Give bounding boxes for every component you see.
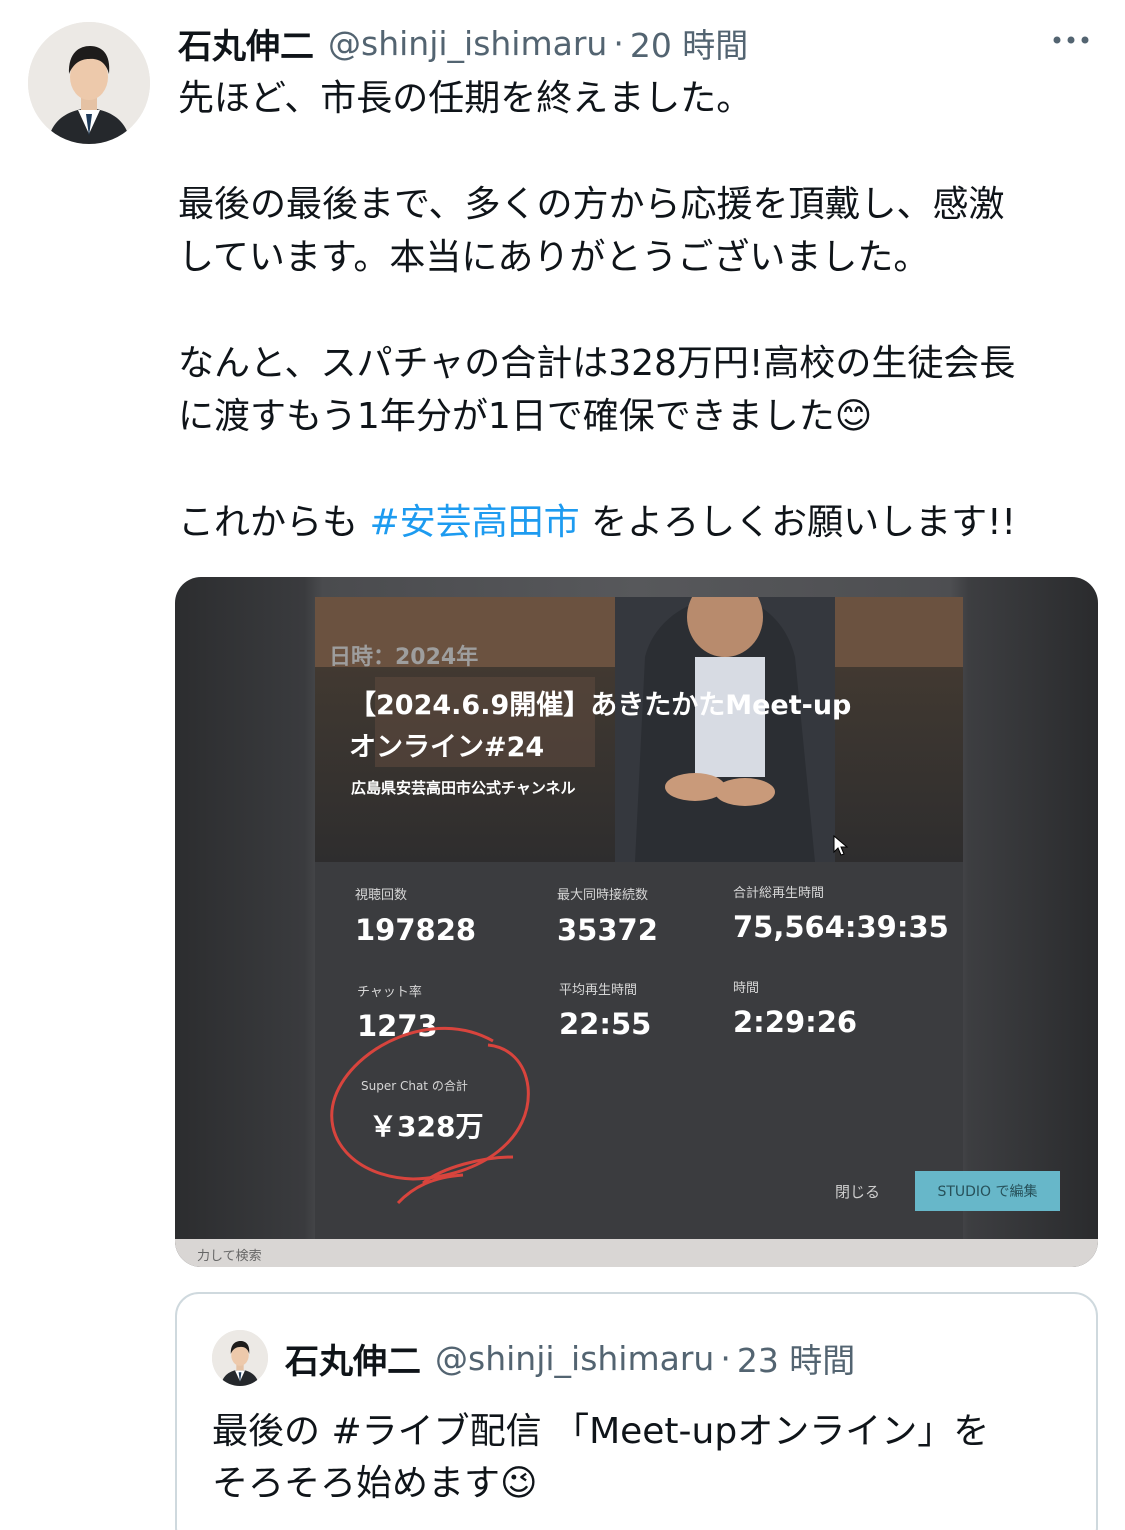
tweet-line: 先ほど、市長の任期を終えました。 — [178, 78, 753, 119]
stat-views-label: 視聴回数 — [355, 888, 408, 903]
stat-duration-value: 2:29:26 — [733, 1005, 858, 1039]
video-thumbnail: 日時：2024年 【2024.6.9開催】あきたかたMeet-up オンライン#… — [315, 597, 963, 862]
line-prefix: これからも — [178, 502, 370, 543]
line-suffix: をよろしくお願いします!! — [579, 502, 1016, 543]
stat-duration-label: 時間 — [733, 981, 760, 996]
stat-peak-value: 35372 — [557, 913, 658, 947]
tweet-line-last: これからも #安芸高田市 をよろしくお願いします!! — [178, 496, 1108, 549]
stat-views-value: 197828 — [355, 913, 477, 947]
hashtag-link[interactable]: #安芸高田市 — [369, 502, 579, 543]
author-handle[interactable]: @shinji_ishimaru — [328, 24, 607, 63]
quoted-hashtag: #ライブ配信 — [331, 1411, 542, 1452]
stat-chat-label: チャット率 — [357, 985, 422, 1000]
tweet-media-photo[interactable]: 日時：2024年 【2024.6.9開催】あきたかたMeet-up オンライン#… — [175, 577, 1098, 1267]
tweet-body: 先ほど、市長の任期を終えました。 最後の最後まで、多くの方から応援を頂戴し、感激… — [178, 72, 1108, 549]
mouse-cursor-icon — [833, 835, 849, 856]
overlay-title-line2: オンライン#24 — [349, 732, 545, 763]
tweet-line — [178, 125, 1108, 178]
monitor-screen: 日時：2024年 【2024.6.9開催】あきたかたMeet-up オンライン#… — [315, 597, 1060, 1247]
quoted-author-avatar — [212, 1330, 268, 1386]
windows-taskbar: 力して検索 — [175, 1239, 1098, 1267]
quoted-author-name: 石丸伸二 — [285, 1341, 421, 1382]
author-avatar[interactable] — [28, 22, 150, 144]
quoted-header: 石丸伸二 @shinji_ishimaru · 23 時間 — [285, 1334, 855, 1382]
studio-edit-button: STUDIO で編集 — [915, 1171, 1060, 1211]
tweet-line: に渡すもう1年分が1日で確保できました😊 — [178, 396, 873, 437]
stat-peak-label: 最大同時接続数 — [557, 888, 649, 903]
overlay-date: 日時：2024年 — [329, 645, 479, 670]
overlay-channel: 広島県安芸高田市公式チャンネル — [351, 779, 576, 797]
quoted-line-prefix: 最後の — [212, 1411, 332, 1452]
overlay-title-line1: 【2024.6.9開催】あきたかたMeet-up — [349, 690, 852, 721]
more-options-button[interactable] — [1046, 20, 1096, 60]
header-separator: · — [613, 23, 624, 63]
author-name[interactable]: 石丸伸二 — [178, 19, 314, 68]
quoted-tweet[interactable]: 石丸伸二 @shinji_ishimaru · 23 時間 最後の #ライブ配信… — [175, 1292, 1098, 1530]
stat-avg-value: 22:55 — [559, 1007, 652, 1041]
avatar-image — [212, 1330, 268, 1386]
quoted-body: 最後の #ライブ配信 「Meet-upオンライン」を そろそろ始めます😉 — [212, 1406, 1082, 1510]
stat-avg-label: 平均再生時間 — [559, 983, 638, 998]
quoted-line-suffix: 「Meet-upオンライン」を — [541, 1411, 990, 1452]
quoted-timestamp: 23 時間 — [736, 1341, 856, 1380]
quoted-separator: · — [720, 1338, 731, 1378]
quoted-line: 最後の #ライブ配信 「Meet-upオンライン」を — [212, 1406, 1082, 1458]
taskbar-search-text: 力して検索 — [197, 1249, 262, 1264]
stat-watchtime-value: 75,564:39:35 — [733, 910, 949, 944]
tweet-line: しています。本当にありがとうございました。 — [178, 237, 930, 278]
stat-watchtime-label: 合計総再生時間 — [733, 886, 825, 901]
tweet-line: 最後の最後まで、多くの方から応援を頂戴し、感激 — [178, 184, 1005, 225]
quoted-line: そろそろ始めます😉 — [212, 1463, 538, 1504]
quoted-author-handle: @shinji_ishimaru — [435, 1338, 715, 1378]
tweet-line — [178, 443, 1108, 496]
close-button: 閉じる — [835, 1183, 881, 1201]
avatar-image — [28, 22, 150, 144]
red-circle-annotation — [330, 1026, 530, 1205]
tweet-header: 石丸伸二 @shinji_ishimaru · 20 時間 — [178, 18, 1098, 68]
tweet-timestamp[interactable]: 20 時間 — [630, 19, 748, 67]
more-horizontal-icon — [1053, 36, 1089, 44]
tweet-line — [178, 284, 1108, 337]
tweet-line: なんと、スパチャの合計は328万円!高校の生徒会長 — [178, 343, 1016, 384]
